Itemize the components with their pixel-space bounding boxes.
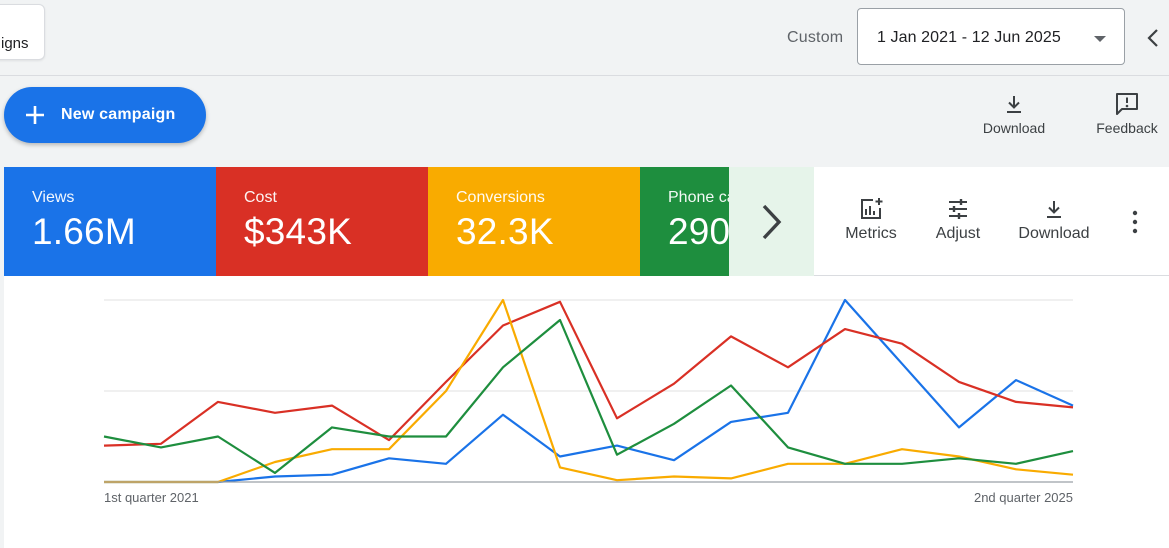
metrics-icon <box>861 198 883 219</box>
plus-icon <box>26 106 44 124</box>
date-range-value: 1 Jan 2021 - 12 Jun 2025 <box>877 29 1061 46</box>
scorecard-value: 290 <box>668 211 730 252</box>
date-range-select[interactable]: 1 Jan 2021 - 12 Jun 2025 <box>857 8 1125 65</box>
scorecard-value: $343K <box>244 211 352 252</box>
scorecard-label: Cost <box>244 189 277 206</box>
dropdown-caret-icon <box>1094 36 1106 42</box>
new-campaign-button[interactable]: New campaign <box>4 87 206 143</box>
scorecard-value: 32.3K <box>456 211 554 252</box>
x-tick-label-start: 1st quarter 2021 <box>104 490 199 505</box>
scorecard-conversions[interactable]: Conversions 32.3K <box>428 167 640 276</box>
adjust-icon <box>949 199 967 219</box>
feedback-label: Feedback <box>1096 120 1158 136</box>
scorecard-cost[interactable]: Cost $343K <box>216 167 428 276</box>
download-button[interactable]: Download <box>976 92 1052 136</box>
download-label: Download <box>982 120 1046 136</box>
download-icon <box>1007 96 1021 113</box>
scorecard-label: Phone calls <box>668 189 730 206</box>
chart-download-label: Download <box>1018 225 1090 242</box>
chart-download-button[interactable]: Download <box>1009 197 1099 243</box>
download-icon <box>1047 201 1061 218</box>
series-line-1 <box>103 300 1074 447</box>
campaigns-tab[interactable]: igns <box>0 4 45 60</box>
more-vert-icon[interactable] <box>1124 209 1146 235</box>
metrics-button[interactable]: Metrics <box>836 197 906 243</box>
new-campaign-label: New campaign <box>61 106 176 123</box>
x-tick-label-end: 2nd quarter 2025 <box>974 490 1073 505</box>
date-range-type-label: Custom <box>787 29 844 46</box>
feedback-icon <box>1116 93 1138 115</box>
scorecard-value: 1.66M <box>32 211 136 252</box>
scorecard-views[interactable]: Views 1.66M <box>4 167 216 276</box>
scorecard-label: Views <box>32 189 75 206</box>
adjust-button[interactable]: Adjust <box>926 197 990 243</box>
top-bar: igns Custom 1 Jan 2021 - 12 Jun 2025 <box>0 0 1169 76</box>
performance-line-chart: 1st quarter 2021 2nd quarter 2025 <box>103 298 1074 505</box>
more-scorecards-button[interactable] <box>729 167 814 276</box>
campaigns-tab-label: igns <box>1 35 29 52</box>
chevron-left-icon[interactable] <box>1143 24 1163 52</box>
scorecard-phone-calls[interactable]: Phone calls 290 <box>640 167 730 276</box>
scorecard-label: Conversions <box>456 189 545 206</box>
chevron-right-icon <box>762 204 782 240</box>
metrics-label: Metrics <box>845 225 897 242</box>
feedback-button[interactable]: Feedback <box>1088 92 1166 136</box>
adjust-label: Adjust <box>935 225 981 242</box>
